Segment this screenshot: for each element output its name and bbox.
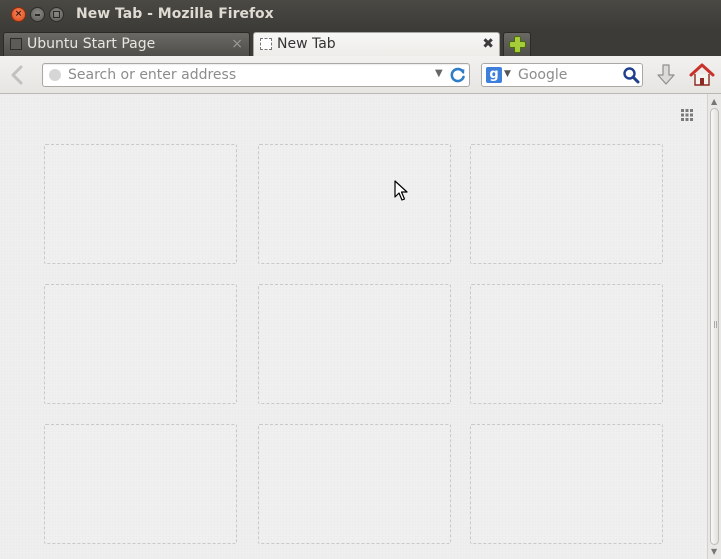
search-go-button[interactable] (622, 66, 640, 84)
site-tile-6[interactable] (470, 284, 663, 404)
scroll-down-icon[interactable]: ▼ (711, 547, 717, 556)
engine-dropdown-icon[interactable]: ▼ (504, 69, 511, 79)
grid-icon (681, 109, 693, 121)
back-arrow-icon (11, 65, 23, 85)
maximize-icon (53, 11, 60, 18)
url-input[interactable] (68, 66, 428, 84)
tab-ubuntu-start-page[interactable]: Ubuntu Start Page × (3, 32, 250, 56)
tab-label: Ubuntu Start Page (27, 36, 156, 52)
site-tile-3[interactable] (470, 144, 663, 264)
window-title: New Tab - Mozilla Firefox (76, 6, 274, 22)
history-dropdown-icon[interactable]: ▼ (435, 68, 443, 79)
download-arrow-icon (657, 64, 675, 85)
navigation-toolbar: ▼ g ▼ (0, 56, 721, 94)
reload-button[interactable] (449, 66, 467, 84)
title-bar[interactable]: × New Tab - Mozilla Firefox (0, 0, 721, 30)
tab-close-icon[interactable]: ✖ (482, 35, 494, 53)
site-tile-1[interactable] (44, 144, 237, 264)
home-button[interactable] (688, 61, 716, 89)
magnifier-icon (623, 67, 640, 84)
tab-new-tab[interactable]: New Tab ✖ (253, 32, 500, 56)
site-tile-9[interactable] (470, 424, 663, 544)
url-bar[interactable]: ▼ (42, 63, 470, 87)
window-minimize-button[interactable] (30, 7, 45, 22)
site-tile-5[interactable] (258, 284, 451, 404)
downloads-button[interactable] (655, 63, 677, 87)
tab-label: New Tab (277, 36, 336, 52)
blank-page-favicon-icon (260, 38, 272, 50)
site-tile-7[interactable] (44, 424, 237, 544)
window-close-button[interactable]: × (11, 7, 26, 22)
close-icon: × (14, 9, 23, 19)
new-tab-page (0, 94, 707, 559)
reload-icon (450, 67, 465, 83)
toggle-grid-button[interactable] (679, 107, 695, 121)
page-favicon-icon (10, 38, 22, 50)
scrollbar-thumb[interactable] (710, 108, 719, 545)
back-button[interactable] (9, 65, 27, 85)
identity-globe-icon (49, 69, 61, 81)
tab-close-icon[interactable]: × (231, 35, 243, 53)
search-input[interactable] (518, 66, 618, 84)
vertical-scrollbar[interactable]: ▲ ▼ (707, 94, 721, 559)
scroll-up-icon[interactable]: ▲ (711, 97, 717, 106)
search-bar[interactable]: g ▼ (481, 63, 643, 87)
google-engine-icon[interactable]: g (486, 67, 502, 83)
new-tab-button[interactable] (503, 32, 531, 56)
site-tile-4[interactable] (44, 284, 237, 404)
site-tile-8[interactable] (258, 424, 451, 544)
firefox-window: × New Tab - Mozilla Firefox Ubuntu Start… (0, 0, 721, 559)
site-tile-2[interactable] (258, 144, 451, 264)
window-maximize-button[interactable] (49, 7, 64, 22)
minimize-icon (35, 14, 40, 16)
tab-strip: Ubuntu Start Page × New Tab ✖ (0, 30, 721, 56)
home-icon (689, 63, 715, 86)
